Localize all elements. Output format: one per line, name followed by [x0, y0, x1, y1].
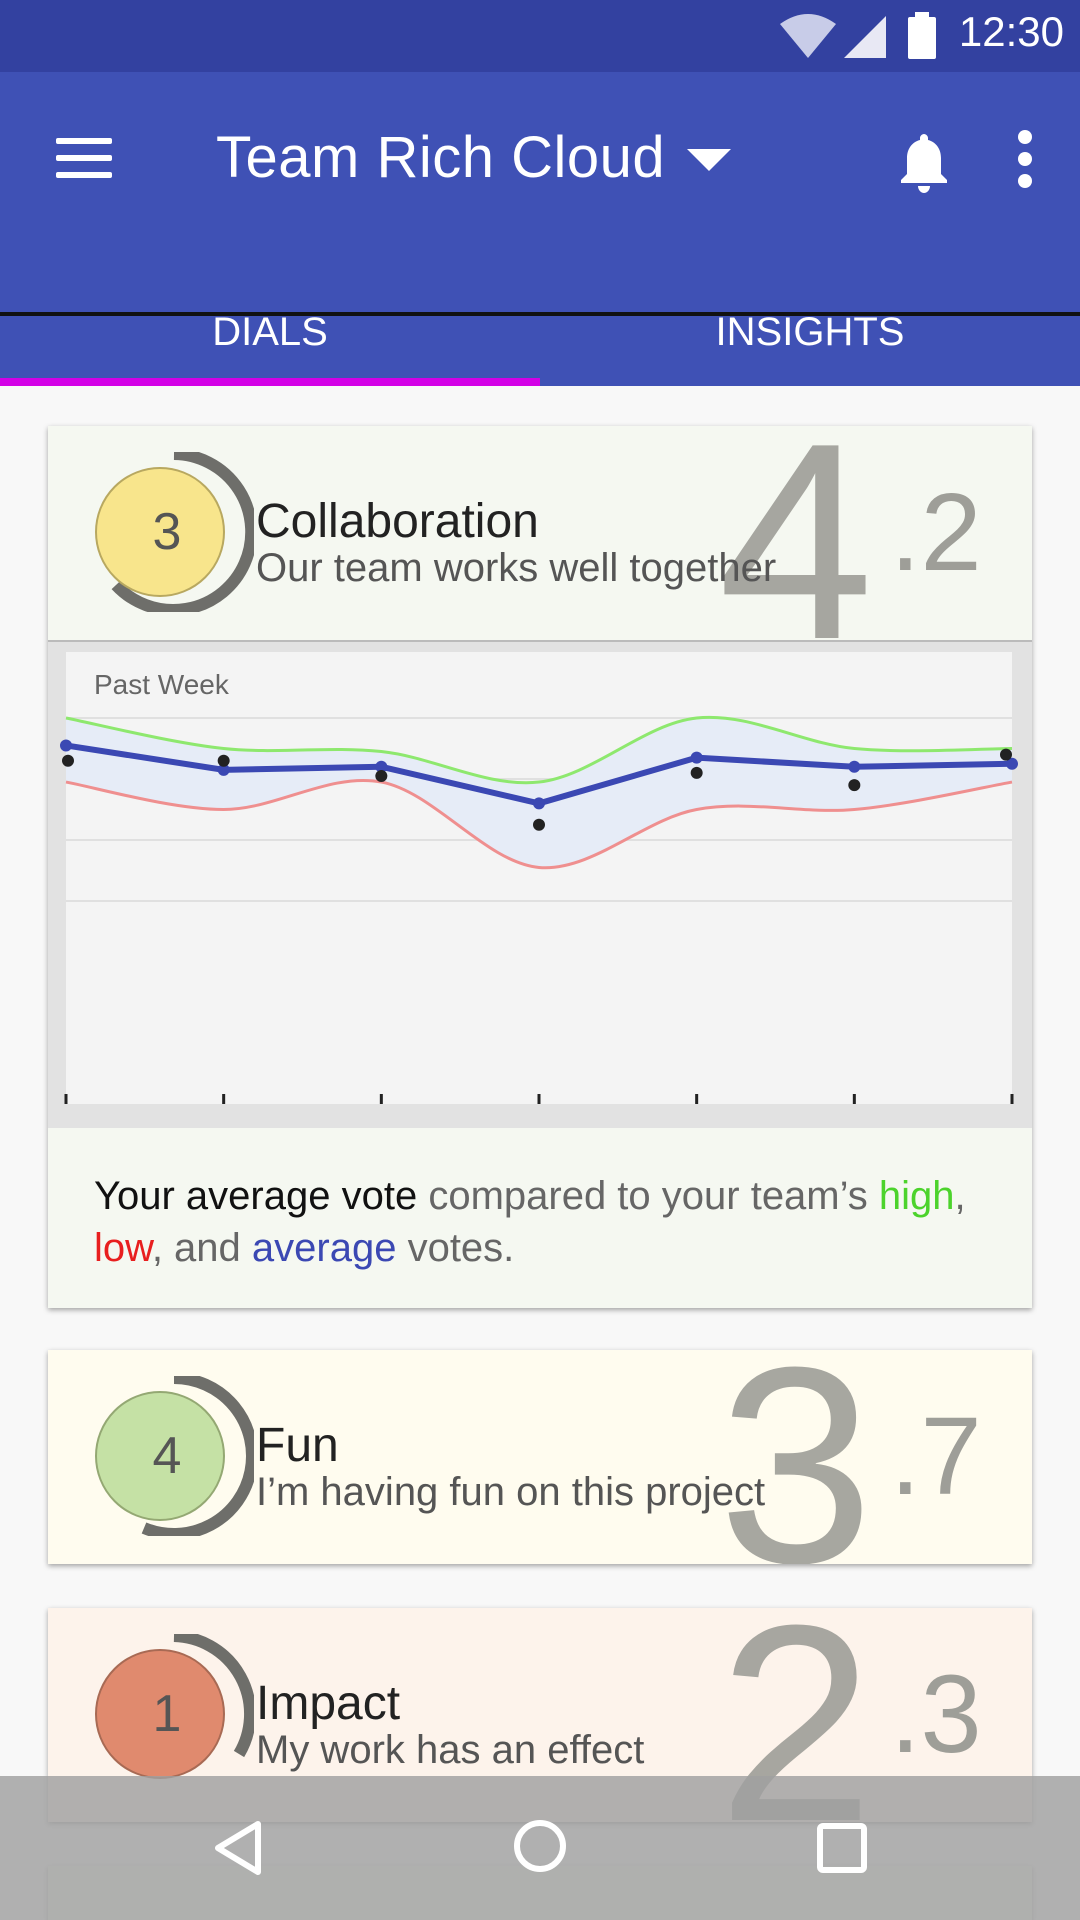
average-point	[533, 797, 545, 810]
score-decimal: .7	[890, 1395, 982, 1518]
chart-title: Past Week	[94, 669, 230, 700]
card-description: My work has an effect	[256, 1728, 645, 1772]
score-decimal: .3	[890, 1653, 982, 1776]
average-point	[60, 739, 72, 752]
home-icon[interactable]	[512, 1818, 568, 1874]
your-vote-point	[217, 754, 230, 767]
score-decimal: .2	[890, 471, 982, 594]
plot-background	[66, 652, 1012, 1104]
your-vote-point	[1000, 748, 1012, 761]
bell-icon[interactable]	[896, 130, 952, 194]
team-selector[interactable]: Team Rich Cloud	[216, 122, 732, 192]
tab-insights[interactable]: INSIGHTS	[540, 282, 1080, 382]
your-vote-point	[62, 754, 74, 767]
clock: 12:30	[958, 8, 1064, 55]
card-title: Collaboration	[256, 495, 539, 548]
legend-high: high	[878, 1174, 955, 1218]
dial-card-collaboration[interactable]: 3 4 .2 Collaboration Our team works well…	[48, 426, 1032, 1308]
chart-legend-text: Your average vote compared to your team’…	[48, 1128, 1032, 1288]
dial-value: 4	[152, 1427, 182, 1485]
score-integer: 3	[718, 1350, 874, 1564]
your-vote-point	[533, 818, 545, 831]
tab-dials[interactable]: DIALS	[0, 282, 540, 382]
system-nav-bar	[0, 1776, 1080, 1920]
legend-compared: compared to your team’s	[417, 1174, 879, 1218]
your-vote-point	[690, 766, 703, 779]
status-bar: 12:30	[0, 0, 1080, 72]
your-vote-point	[848, 779, 861, 792]
legend-end: votes.	[396, 1226, 515, 1270]
card-header: 4 3 .7 Fun I’m having fun on this projec…	[48, 1350, 1032, 1564]
app-title: Team Rich Cloud	[216, 124, 666, 190]
menu-icon[interactable]	[56, 134, 112, 182]
dial-card-fun[interactable]: 4 3 .7 Fun I’m having fun on this projec…	[48, 1350, 1032, 1564]
active-tab-indicator	[0, 378, 540, 386]
legend-low: low	[94, 1226, 152, 1270]
card-title: Impact	[256, 1677, 401, 1730]
legend-average: average	[251, 1226, 397, 1270]
battery-icon	[908, 12, 936, 59]
card-header: 3 4 .2 Collaboration Our team works well…	[48, 426, 1032, 682]
average-point	[848, 760, 861, 773]
back-icon[interactable]	[212, 1820, 268, 1876]
wifi-icon	[780, 14, 836, 58]
dial-value: 3	[152, 503, 182, 561]
signal-icon	[844, 16, 886, 58]
tab-divider	[0, 312, 1080, 316]
legend-comma: ,	[954, 1174, 966, 1218]
more-vert-icon[interactable]	[1010, 124, 1040, 194]
legend-your-average: Your average vote	[94, 1174, 418, 1218]
chart-panel: Past Week	[48, 640, 1032, 1128]
legend-and: , and	[151, 1226, 252, 1270]
card-description: I’m having fun on this project	[256, 1470, 766, 1514]
chevron-down-icon	[687, 149, 732, 171]
average-point	[690, 751, 703, 764]
card-description: Our team works well together	[256, 546, 777, 590]
card-title: Fun	[256, 1419, 339, 1472]
your-vote-point	[375, 769, 388, 782]
line-chart: Past Week	[60, 652, 1018, 1104]
dial-value: 1	[152, 1685, 182, 1743]
app-bar: Team Rich Cloud DIALS INSIGHTS	[0, 72, 1080, 386]
recents-icon[interactable]	[814, 1820, 870, 1876]
